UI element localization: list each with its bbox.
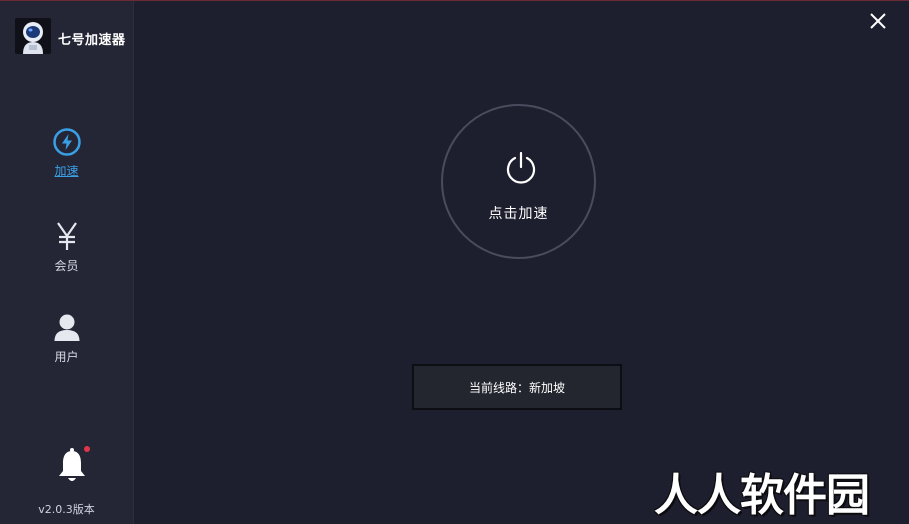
bell-icon <box>59 448 85 481</box>
watermark: 人人软件园 <box>654 470 870 521</box>
notification-button[interactable] <box>56 446 90 486</box>
version-label: v2.0.3版本 <box>38 503 95 516</box>
yen-icon <box>56 222 77 250</box>
close-icon <box>870 13 886 29</box>
lightning-icon <box>52 128 81 156</box>
power-icon <box>506 152 536 184</box>
sidebar: 七号加速器 加速 会员 用户 v2.0.3版本 <box>0 1 134 524</box>
power-label: 点击加速 <box>488 206 549 222</box>
sidebar-item-accelerate[interactable]: 加速 <box>0 128 133 179</box>
route-selector[interactable]: 当前线路：新加坡 <box>412 364 622 410</box>
power-button[interactable]: 点击加速 <box>441 104 596 259</box>
sidebar-item-user[interactable]: 用户 <box>0 312 133 365</box>
app-title: 七号加速器 <box>58 33 126 48</box>
astronaut-logo-icon <box>15 18 51 54</box>
user-icon <box>54 314 79 341</box>
app-window: 七号加速器 加速 会员 用户 v2.0.3版本 点击加速 当前线路：新加坡 人人… <box>0 0 909 524</box>
sidebar-item-label: 会员 <box>54 259 79 273</box>
notification-dot <box>84 446 90 452</box>
sidebar-item-membership[interactable]: 会员 <box>0 221 133 274</box>
close-button[interactable] <box>866 9 890 33</box>
app-logo <box>15 18 51 54</box>
sidebar-item-label: 用户 <box>54 350 79 364</box>
sidebar-item-label: 加速 <box>54 164 79 178</box>
route-label: 当前线路：新加坡 <box>468 380 565 395</box>
